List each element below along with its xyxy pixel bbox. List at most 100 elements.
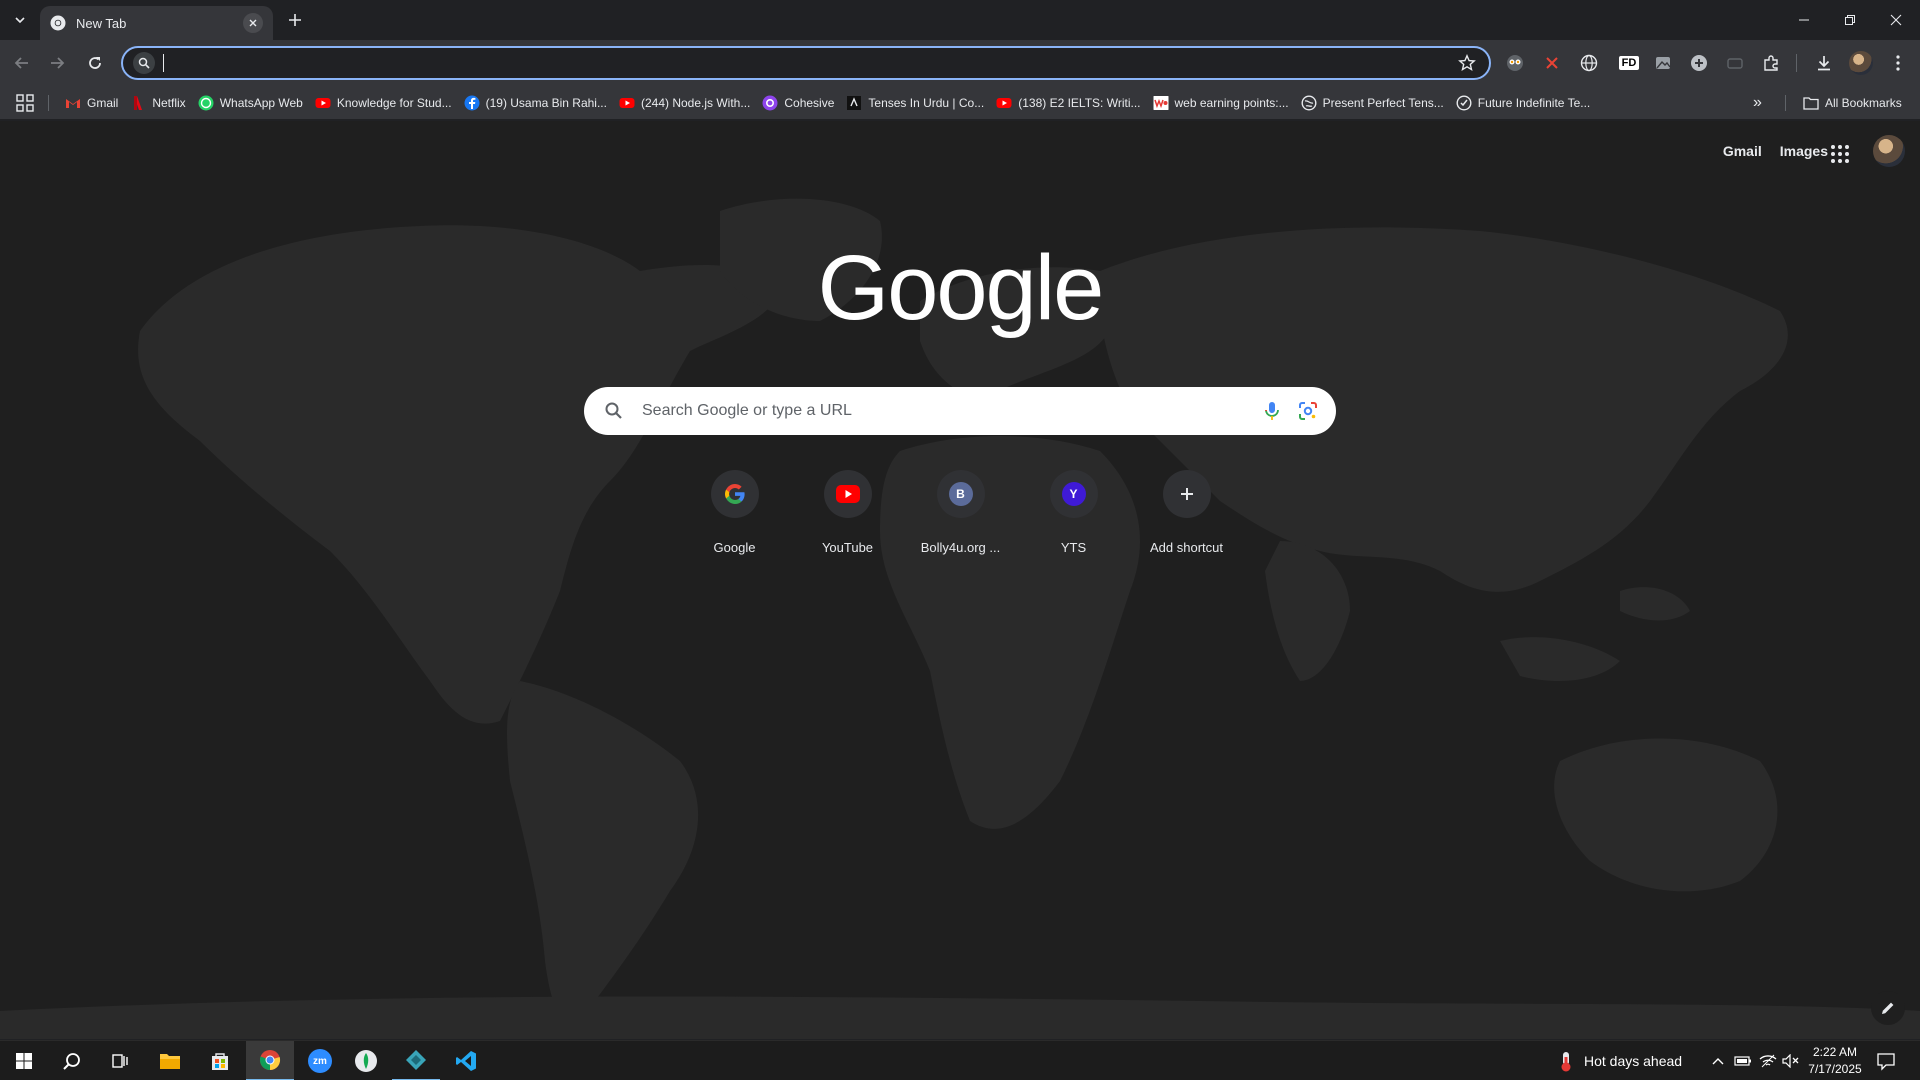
bookmark-present-perfect[interactable]: Present Perfect Tens... [1298,89,1453,117]
taskbar-vscode[interactable] [442,1041,490,1080]
close-icon [1890,14,1902,26]
bookmark-future-indefinite[interactable]: Future Indefinite Te... [1453,89,1600,117]
bookmark-ielts[interactable]: (138) E2 IELTS: Writi... [993,89,1149,117]
new-tab-button[interactable] [283,8,307,32]
chevron-down-icon [15,17,25,24]
account-avatar[interactable] [1873,135,1905,167]
tenses-icon [847,96,862,110]
images-link[interactable]: Images [1780,143,1828,159]
customize-chrome-button[interactable] [1871,991,1905,1025]
bookmark-knowledge[interactable]: Knowledge for Stud... [312,89,461,117]
bookmark-nodejs[interactable]: (244) Node.js With... [616,89,759,117]
notification-center-icon[interactable] [1876,1051,1896,1071]
bookmark-tenses-urdu[interactable]: Tenses In Urdu | Co... [843,89,993,117]
diamond-app-icon [406,1050,426,1070]
tray-overflow-chevron-icon[interactable] [1708,1051,1728,1071]
extension-owl-icon[interactable] [1504,52,1526,74]
plus-icon [1180,488,1193,500]
taskbar-chrome[interactable] [246,1041,294,1080]
extension-fd-icon[interactable]: FD [1615,52,1643,74]
menu-kebab-icon[interactable] [1887,52,1909,74]
battery-icon[interactable] [1733,1051,1753,1071]
shortcut-label: Google [713,540,756,555]
new-tab-page: Gmail Images Google Search Google or typ… [0,121,1920,1039]
shortcut-yts[interactable]: Y YTS [1017,468,1130,580]
shortcut-tile: Y [1049,470,1098,518]
lens-search-button[interactable] [1296,399,1320,423]
gmail-link[interactable]: Gmail [1723,143,1762,159]
bookmark-label: web earning points:... [1174,96,1289,110]
bookmark-gmail[interactable]: Gmail [62,89,127,117]
bookmark-list: Gmail Netflix WhatsApp Web Knowledge for… [62,86,1599,120]
folder-icon [1803,97,1819,110]
google-logo: Google [817,237,1105,339]
apps-grid-icon[interactable] [16,94,34,112]
taskbar-store[interactable] [196,1041,244,1080]
extension-image-icon[interactable] [1652,52,1674,74]
shortcut-add[interactable]: Add shortcut [1130,468,1243,580]
chrome-icon [50,15,66,31]
restore-icon [1845,15,1855,25]
pencil-icon [1882,1002,1894,1014]
all-bookmarks-button[interactable]: All Bookmarks [1803,86,1902,120]
shortcut-youtube[interactable]: YouTube [791,468,904,580]
forward-button[interactable] [42,48,72,78]
google-apps-icon[interactable] [1830,144,1850,164]
shortcut-google[interactable]: Google [678,468,791,580]
leaf-icon [355,1050,377,1072]
omnibox[interactable] [121,46,1491,80]
extension-tab-icon[interactable] [1724,52,1746,74]
bookmark-star-button[interactable] [1455,51,1479,75]
omnibox-input[interactable] [164,55,1455,71]
shortcut-bolly4u[interactable]: B Bolly4u.org ... [904,468,1017,580]
downloads-icon[interactable] [1813,52,1835,74]
tab-new-tab[interactable]: New Tab [40,6,273,40]
toolbar-separator [1796,54,1797,72]
tab-close-button[interactable] [243,13,263,33]
taskbar-app-diamond[interactable] [392,1041,440,1080]
restore-button[interactable] [1828,4,1872,36]
tab-search-button[interactable] [6,8,34,32]
shortcut-label: Bolly4u.org ... [920,540,1001,555]
volume-muted-icon[interactable] [1781,1051,1801,1071]
taskbar-search-button[interactable] [48,1041,96,1080]
folder-icon [160,1054,180,1069]
weather-widget[interactable]: Hot days ahead [1558,1041,1682,1080]
profile-avatar-icon[interactable] [1849,51,1873,75]
bookmark-netflix[interactable]: Netflix [127,89,194,117]
bookmark-label: WhatsApp Web [219,96,303,110]
zoom-icon: zm [308,1049,332,1073]
extension-close-red-icon[interactable] [1541,52,1563,74]
bookmark-web-earning[interactable]: web earning points:... [1150,89,1298,117]
vscode-icon [456,1051,476,1071]
start-button[interactable] [0,1041,48,1080]
taskbar: zm Hot days ahead 2:22 AM 7/17/2025 [0,1040,1920,1080]
tab-title: New Tab [76,15,127,31]
arrow-left-icon [14,57,28,69]
bookmark-usama[interactable]: (19) Usama Bin Rahi... [461,89,616,117]
task-view-button[interactable] [96,1041,144,1080]
ntp-search-box[interactable]: Search Google or type a URL [584,387,1336,435]
bookmark-whatsapp[interactable]: WhatsApp Web [195,89,312,117]
bookmark-cohesive[interactable]: Cohesive [759,89,843,117]
taskbar-zoom[interactable]: zm [296,1041,344,1080]
taskbar-file-explorer[interactable] [146,1041,194,1080]
wep-icon [1153,96,1168,110]
extensions-puzzle-icon[interactable] [1760,52,1782,74]
voice-search-button[interactable] [1260,399,1284,423]
minimize-button[interactable] [1782,4,1826,36]
bookmark-label: (19) Usama Bin Rahi... [485,96,607,110]
wifi-icon[interactable] [1758,1051,1778,1071]
whatsapp-icon [198,95,214,111]
gmail-icon [66,99,80,108]
back-button[interactable] [7,48,37,78]
system-clock[interactable]: 2:22 AM 7/17/2025 [1800,1044,1870,1078]
bookmarks-overflow-chevron-icon[interactable]: » [1753,94,1762,112]
reload-button[interactable] [80,48,110,78]
shortcut-tile [710,470,759,518]
taskbar-mongodb-compass[interactable] [342,1041,390,1080]
windows-logo-icon [16,1053,32,1069]
extension-circle-icon[interactable] [1688,52,1710,74]
close-window-button[interactable] [1874,4,1918,36]
extension-globe-icon[interactable] [1578,52,1600,74]
